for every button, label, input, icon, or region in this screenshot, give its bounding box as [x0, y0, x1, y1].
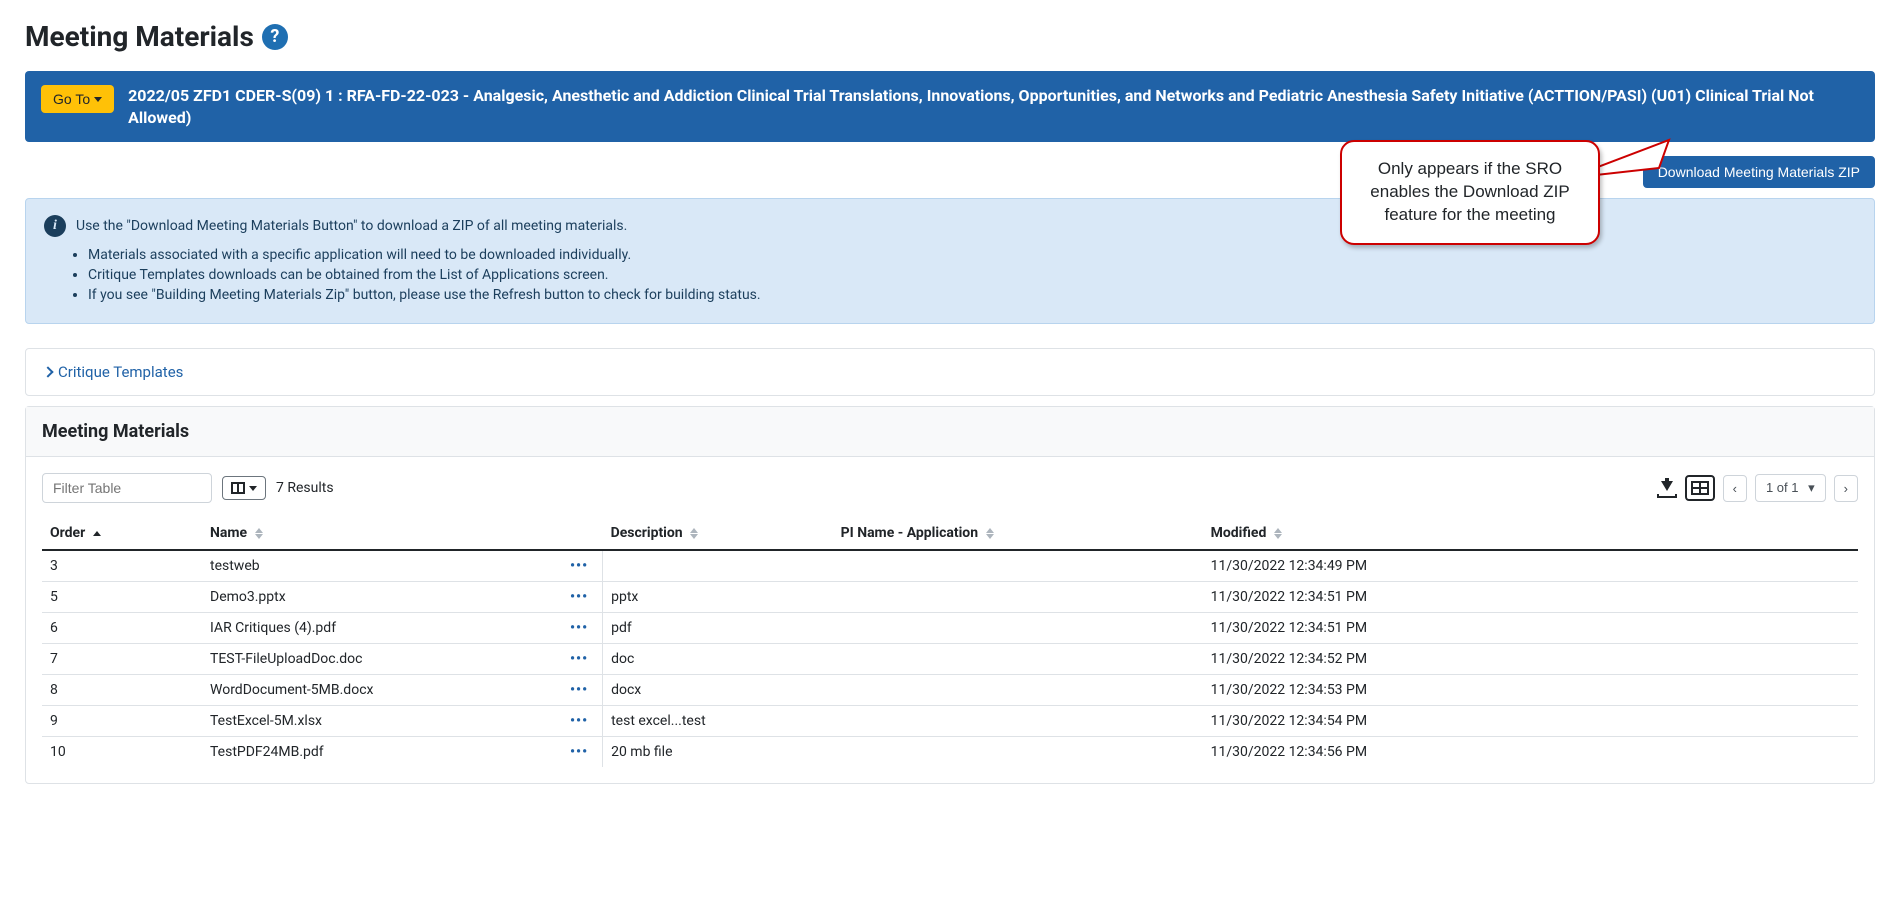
filter-input[interactable]: [42, 473, 212, 503]
row-actions-button[interactable]: •••: [562, 582, 603, 613]
critique-templates-section: Critique Templates: [25, 348, 1875, 396]
page-title: Meeting Materials ?: [25, 20, 1875, 53]
cell-order: 5: [42, 582, 202, 613]
table-row: 10TestPDF24MB.pdf•••20 mb file 11/30/2022…: [42, 737, 1858, 768]
col-header-name[interactable]: Name: [202, 517, 603, 550]
cell-name: Demo3.pptx: [202, 582, 562, 613]
caret-down-icon: [94, 97, 102, 102]
cell-order: 9: [42, 706, 202, 737]
table-row: 9TestExcel-5M.xlsx•••test excel...test 11…: [42, 706, 1858, 737]
cell-modified: 11/30/2022 12:34:54 PM: [1203, 706, 1858, 737]
row-actions-button[interactable]: •••: [562, 644, 603, 675]
cell-description: [603, 550, 833, 582]
cell-modified: 11/30/2022 12:34:56 PM: [1203, 737, 1858, 768]
grid-view-button[interactable]: [1685, 475, 1715, 501]
cell-description: pptx: [603, 582, 833, 613]
sort-icon: [255, 528, 263, 539]
info-bullet: If you see "Building Meeting Materials Z…: [88, 287, 1856, 303]
cell-description: test excel...test: [603, 706, 833, 737]
cell-modified: 11/30/2022 12:34:51 PM: [1203, 582, 1858, 613]
pager-next-button[interactable]: ›: [1834, 475, 1858, 502]
info-lead-text: Use the "Download Meeting Materials Butt…: [76, 218, 627, 234]
chevron-right-icon: [42, 367, 53, 378]
meeting-title: 2022/05 ZFD1 CDER-S(09) 1 : RFA-FD-22-02…: [128, 85, 1859, 128]
cell-description: docx: [603, 675, 833, 706]
col-header-description[interactable]: Description: [603, 517, 833, 550]
col-header-modified[interactable]: Modified: [1203, 517, 1858, 550]
cell-name: TEST-FileUploadDoc.doc: [202, 644, 562, 675]
pager-text: 1 of 1: [1766, 480, 1799, 495]
sort-icon: [93, 531, 101, 536]
cell-description: 20 mb file: [603, 737, 833, 768]
cell-pi: [833, 706, 1203, 737]
cell-pi: [833, 644, 1203, 675]
sort-icon: [690, 528, 698, 539]
cell-name: TestExcel-5M.xlsx: [202, 706, 562, 737]
pager-page-button[interactable]: 1 of 1 ▾: [1755, 474, 1826, 502]
cell-description: pdf: [603, 613, 833, 644]
cell-pi: [833, 737, 1203, 768]
cell-name: WordDocument-5MB.docx: [202, 675, 562, 706]
row-actions-button[interactable]: •••: [562, 706, 603, 737]
col-header-order[interactable]: Order: [42, 517, 202, 550]
info-bullet: Critique Templates downloads can be obta…: [88, 267, 1856, 283]
pager-prev-button[interactable]: ‹: [1723, 475, 1747, 502]
row-actions-button[interactable]: •••: [562, 675, 603, 706]
cell-description: doc: [603, 644, 833, 675]
cell-order: 7: [42, 644, 202, 675]
cell-modified: 11/30/2022 12:34:52 PM: [1203, 644, 1858, 675]
download-icon[interactable]: [1657, 478, 1677, 498]
cell-pi: [833, 675, 1203, 706]
cell-pi: [833, 613, 1203, 644]
cell-order: 10: [42, 737, 202, 768]
cell-order: 3: [42, 550, 202, 582]
table-controls: 7 Results ‹ 1 of 1 ▾ ›: [42, 473, 1858, 503]
columns-icon: [231, 482, 245, 494]
cell-modified: 11/30/2022 12:34:51 PM: [1203, 613, 1858, 644]
row-actions-button[interactable]: •••: [562, 550, 603, 582]
cell-name: IAR Critiques (4).pdf: [202, 613, 562, 644]
cell-pi: [833, 550, 1203, 582]
sort-icon: [986, 528, 994, 539]
cell-order: 6: [42, 613, 202, 644]
row-actions-button[interactable]: •••: [562, 613, 603, 644]
cell-name: TestPDF24MB.pdf: [202, 737, 562, 768]
materials-panel: Meeting Materials 7 Results: [25, 406, 1875, 784]
page-title-text: Meeting Materials: [25, 20, 254, 53]
go-to-button[interactable]: Go To: [41, 85, 114, 113]
table-row: 8WordDocument-5MB.docx•••docx 11/30/2022 …: [42, 675, 1858, 706]
table-row: 5Demo3.pptx•••pptx 11/30/2022 12:34:51 PM: [42, 582, 1858, 613]
critique-templates-toggle[interactable]: Critique Templates: [26, 349, 1874, 395]
materials-table: Order Name Description PI Name - Ap: [42, 517, 1858, 767]
annotation-callout: Only appears if the SRO enables the Down…: [1340, 140, 1600, 245]
results-count: 7 Results: [276, 480, 334, 496]
row-actions-button[interactable]: •••: [562, 737, 603, 768]
grid-icon: [1691, 481, 1709, 495]
cell-modified: 11/30/2022 12:34:49 PM: [1203, 550, 1858, 582]
table-row: 6IAR Critiques (4).pdf•••pdf 11/30/2022 1…: [42, 613, 1858, 644]
help-icon[interactable]: ?: [262, 24, 288, 50]
sort-icon: [1274, 528, 1282, 539]
cell-modified: 11/30/2022 12:34:53 PM: [1203, 675, 1858, 706]
info-icon: i: [44, 215, 66, 237]
go-to-label: Go To: [53, 91, 90, 107]
cell-order: 8: [42, 675, 202, 706]
critique-templates-label: Critique Templates: [58, 363, 183, 381]
table-row: 3testweb••• 11/30/2022 12:34:49 PM: [42, 550, 1858, 582]
columns-button[interactable]: [222, 476, 266, 500]
caret-down-icon: [249, 486, 257, 491]
cell-name: testweb: [202, 550, 562, 582]
info-bullet: Materials associated with a specific app…: [88, 247, 1856, 263]
meeting-banner: Go To 2022/05 ZFD1 CDER-S(09) 1 : RFA-FD…: [25, 71, 1875, 142]
cell-pi: [833, 582, 1203, 613]
materials-panel-header: Meeting Materials: [26, 407, 1874, 457]
table-row: 7TEST-FileUploadDoc.doc•••doc 11/30/2022 …: [42, 644, 1858, 675]
col-header-pi[interactable]: PI Name - Application: [833, 517, 1203, 550]
